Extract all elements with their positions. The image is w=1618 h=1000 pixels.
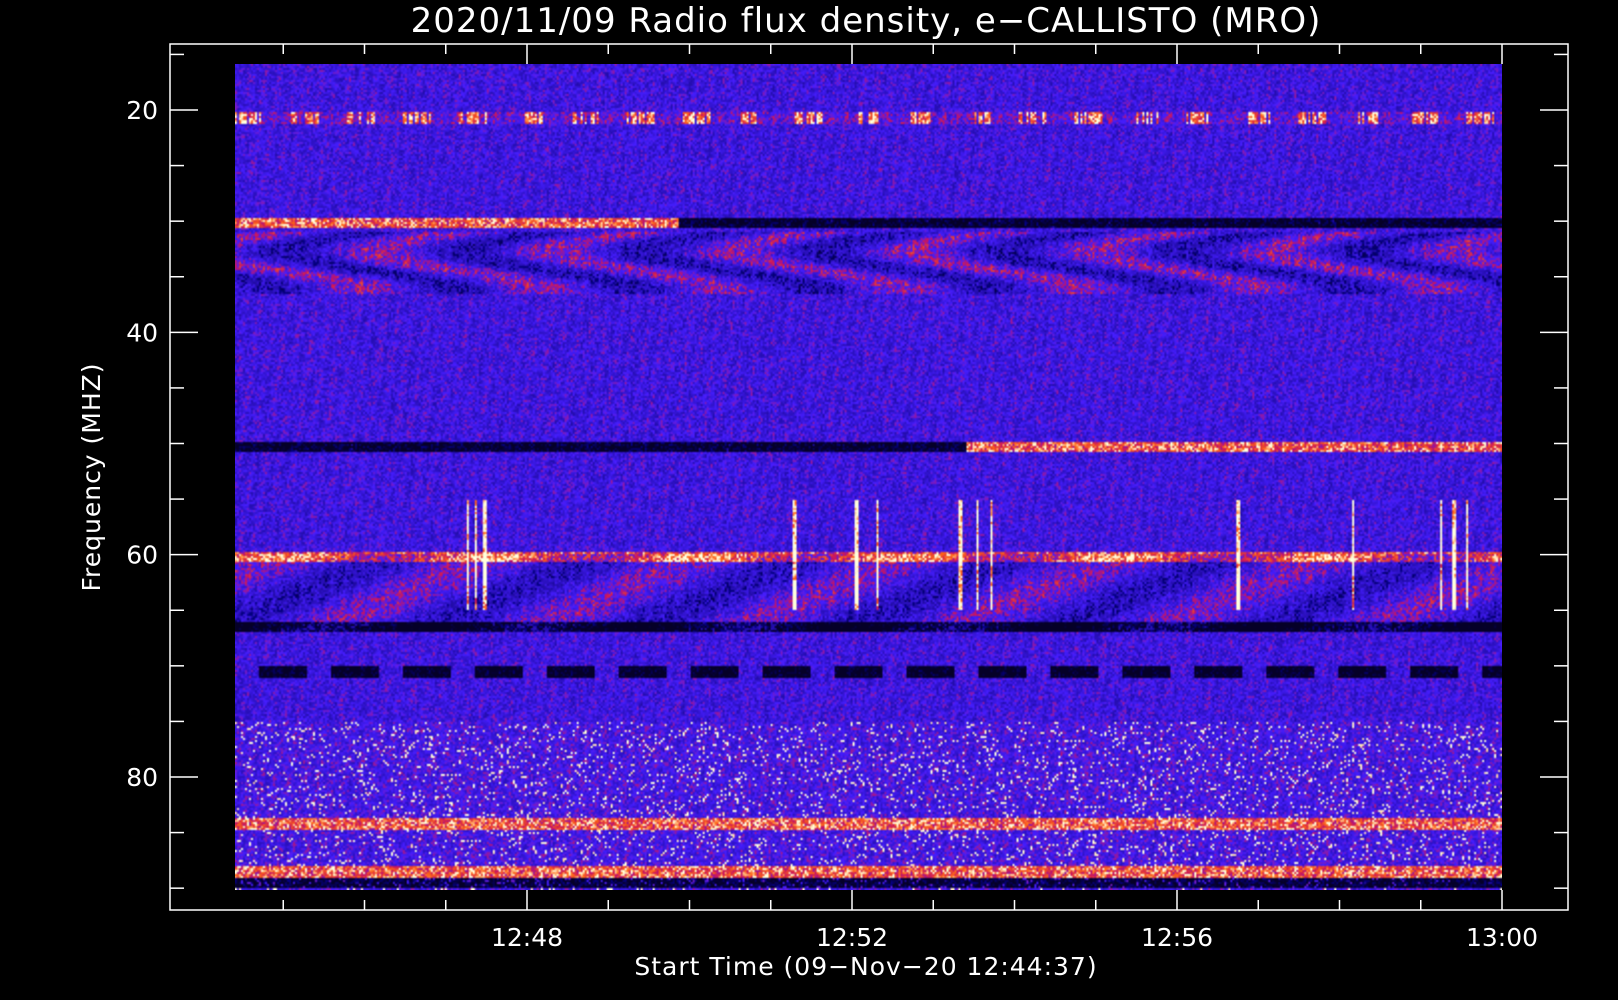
chart-title: 2020/11/09 Radio flux density, e−CALLIST… (411, 1, 1322, 41)
x-tick-label: 12:52 (816, 923, 888, 952)
spectrogram-heatmap (235, 64, 1502, 890)
y-tick-label: 20 (126, 96, 158, 125)
x-tick-label: 13:00 (1466, 923, 1538, 952)
y-axis-label: Frequency (MHZ) (77, 362, 106, 591)
plot-area (169, 43, 1569, 911)
x-tick-label: 12:56 (1141, 923, 1213, 952)
x-axis-label: Start Time (09−Nov−20 12:44:37) (634, 952, 1097, 981)
y-tick-label: 80 (126, 763, 158, 792)
y-tick-label: 60 (126, 541, 158, 570)
x-tick-label: 12:48 (491, 923, 563, 952)
spectrogram-figure: 2020/11/09 Radio flux density, e−CALLIST… (0, 0, 1618, 1000)
y-tick-label: 40 (126, 318, 158, 347)
